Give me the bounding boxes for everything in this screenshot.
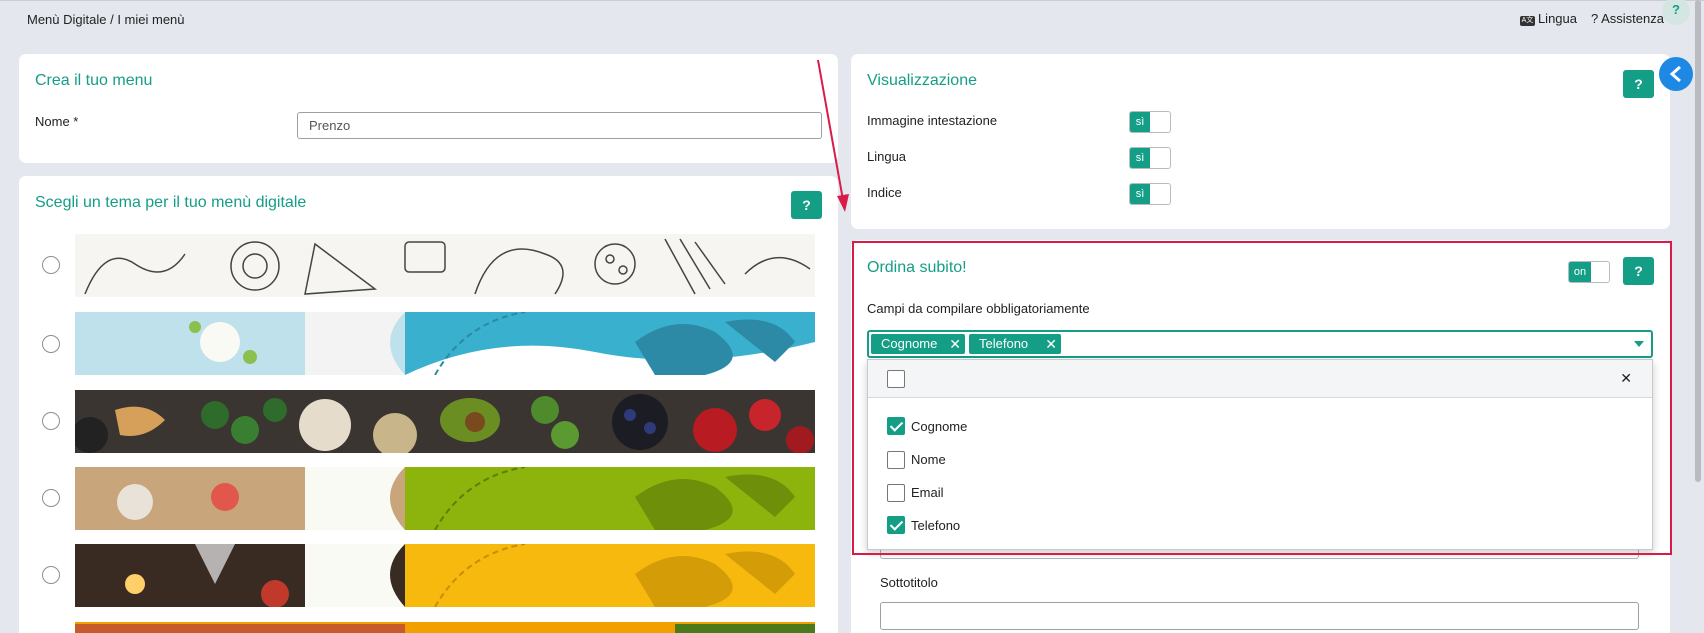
header-image-label: Immagine intestazione [867,113,998,128]
assistance-link[interactable]: ? Assistenza [1591,11,1664,26]
ingredients-illustration [75,394,814,453]
table-illustration [75,467,815,530]
help-fab[interactable]: ? [1662,0,1690,25]
subtitle-input[interactable] [880,602,1639,630]
flowers-illustration [75,312,815,375]
theme-radio-1[interactable] [42,256,60,274]
scrollbar-thumb[interactable] [1695,0,1701,482]
top-bar: Menù Digitale / I miei menù A文 Lingua ? A… [0,0,1704,36]
display-help-button[interactable]: ? [1623,70,1654,98]
create-menu-title: Crea il tuo menu [35,72,153,89]
chevron-left-icon [1669,65,1681,83]
theme-image-flowers[interactable] [75,312,815,375]
theme-image-ingredients[interactable] [75,390,815,453]
display-title: Visualizzazione [867,72,977,89]
subtitle-label: Sottotitolo [880,575,938,590]
language-label: Lingua [1537,11,1577,26]
page-scrollbar[interactable] [1694,0,1702,633]
theme-image-sketch[interactable] [75,234,815,297]
language-link[interactable]: A文 Lingua [1519,11,1577,26]
drinks-illustration [75,544,795,607]
name-label: Nome * [35,114,79,129]
top-actions: A文 Lingua ? Assistenza [1519,11,1664,26]
language-option-label: Lingua [867,149,907,164]
theme-image-pizza[interactable] [75,622,815,633]
index-label: Indice [867,185,902,200]
theme-radio-5[interactable] [42,566,60,584]
theme-image-drinks[interactable] [75,544,815,607]
theme-radio-4[interactable] [42,489,60,507]
language-icon: A文 [1519,16,1535,26]
display-card: Visualizzazione ? Immagine intestazione … [851,54,1670,229]
annotation-arrow-icon [817,59,849,212]
index-toggle[interactable]: sì [1129,183,1171,205]
theme-image-table[interactable] [75,467,815,530]
header-image-toggle-state: sì [1130,112,1150,132]
assistance-label: Assistenza [1601,11,1664,26]
theme-radio-2[interactable] [42,335,60,353]
create-menu-card: Crea il tuo menu Nome * [19,54,838,163]
sketch-illustration [84,238,811,295]
pizza-illustration [75,624,815,633]
index-toggle-state: sì [1130,184,1150,204]
header-image-toggle[interactable]: sì [1129,111,1171,133]
name-input[interactable] [297,112,822,139]
theme-radio-3[interactable] [42,412,60,430]
theme-title: Scegli un tema per il tuo menù digitale [35,194,307,211]
question-icon: ? [1591,11,1602,26]
sidebar-collapse-button[interactable] [1659,57,1693,91]
language-toggle[interactable]: sì [1129,147,1171,169]
breadcrumb[interactable]: Menù Digitale / I miei menù [27,12,185,27]
language-toggle-state: sì [1130,148,1150,168]
annotation-highlight-box [852,241,1672,555]
